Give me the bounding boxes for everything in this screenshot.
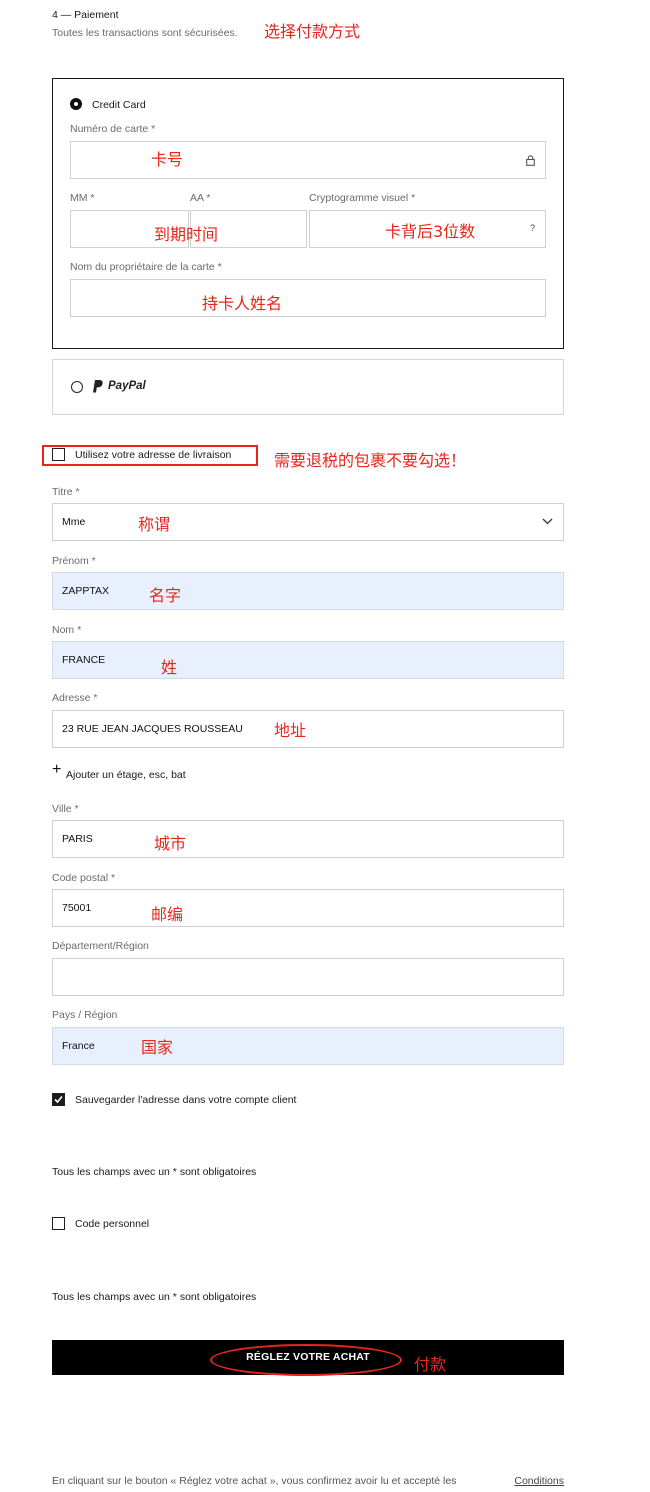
title-select[interactable]: Mme	[52, 503, 564, 541]
lastname-value: FRANCE	[62, 654, 106, 666]
firstname-input[interactable]: ZAPPTAX	[52, 572, 564, 610]
annotation-no-check: 需要退税的包裹不要勾选！	[274, 451, 467, 470]
country-value: France	[62, 1040, 95, 1052]
city-label: Ville *	[52, 803, 79, 815]
required-note-2: Tous les champs avec un * sont obligatoi…	[52, 1291, 257, 1303]
use-shipping-address-label: Utilisez votre adresse de livraison	[75, 449, 232, 461]
lastname-label: Nom *	[52, 624, 82, 636]
credit-card-radio[interactable]	[70, 98, 82, 110]
paypal-label: PayPal	[108, 380, 146, 392]
country-select[interactable]: France	[52, 1027, 564, 1065]
annotation-pay: 付款	[414, 1355, 447, 1374]
region-label: Département/Région	[52, 940, 149, 952]
postal-label: Code postal *	[52, 872, 116, 884]
annotation-expiry: 到期时间	[154, 225, 219, 244]
mm-label: MM *	[70, 192, 95, 204]
paypal-panel[interactable]: PayPal	[52, 359, 564, 415]
title-value: Mme	[62, 516, 86, 528]
annotation-payment-method: 选择付款方式	[264, 22, 361, 41]
card-number-label: Numéro de carte *	[70, 123, 156, 135]
annotation-address: 地址	[274, 721, 307, 740]
title-label: Titre *	[52, 486, 80, 498]
lock-icon	[526, 155, 535, 166]
chevron-down-icon	[542, 518, 553, 525]
annotation-firstname: 名字	[149, 586, 182, 605]
annotation-country: 国家	[141, 1038, 174, 1057]
personal-code-label: Code personnel	[75, 1218, 150, 1230]
use-shipping-address-checkbox[interactable]	[52, 448, 65, 461]
paypal-radio[interactable]	[71, 381, 83, 393]
country-label: Pays / Région	[52, 1009, 118, 1021]
annotation-postal: 邮编	[151, 905, 184, 924]
annotation-holder: 持卡人姓名	[202, 294, 283, 313]
add-floor-label: Ajouter un étage, esc, bat	[66, 769, 186, 781]
firstname-label: Prénom *	[52, 555, 96, 567]
city-value: PARIS	[62, 833, 93, 845]
annotation-city: 城市	[154, 834, 187, 853]
footer-conditions-link[interactable]: Conditions	[514, 1475, 564, 1487]
footer-text: En cliquant sur le bouton « Réglez votre…	[52, 1475, 564, 1487]
aa-label: AA *	[190, 192, 211, 204]
annotation-cvv: 卡背后3位数	[385, 222, 476, 241]
postal-input[interactable]: 75001	[52, 889, 564, 927]
card-holder-label: Nom du propriétaire de la carte *	[70, 261, 222, 273]
address-value: 23 RUE JEAN JACQUES ROUSSEAU	[62, 723, 243, 735]
address-label: Adresse *	[52, 692, 98, 704]
plus-icon: +	[52, 761, 62, 778]
required-note: Tous les champs avec un * sont obligatoi…	[52, 1166, 257, 1178]
firstname-value: ZAPPTAX	[62, 585, 110, 597]
region-input[interactable]	[52, 958, 564, 996]
button-highlight-ellipse	[210, 1344, 402, 1376]
annotation-title: 称谓	[138, 515, 171, 534]
annotation-lastname: 姓	[161, 658, 178, 677]
credit-card-label: Credit Card	[92, 99, 146, 111]
city-input[interactable]: PARIS	[52, 820, 564, 858]
step-title: 4 — Paiement	[52, 9, 119, 21]
postal-value: 75001	[62, 902, 92, 914]
address-input[interactable]: 23 RUE JEAN JACQUES ROUSSEAU	[52, 710, 564, 748]
cvv-label: Cryptogramme visuel *	[309, 192, 416, 204]
annotation-card-number: 卡号	[151, 150, 184, 169]
save-address-checkbox[interactable]	[52, 1093, 65, 1106]
step-subtitle: Toutes les transactions sont sécurisées.	[52, 27, 238, 39]
lastname-input[interactable]: FRANCE	[52, 641, 564, 679]
footer-text-body: En cliquant sur le bouton « Réglez votre…	[52, 1475, 457, 1487]
cvv-help-icon[interactable]: ?	[530, 223, 535, 233]
save-address-label: Sauvegarder l'adresse dans votre compte …	[75, 1094, 297, 1106]
card-holder-input[interactable]	[70, 279, 546, 317]
personal-code-checkbox[interactable]	[52, 1217, 65, 1230]
paypal-logo-icon	[93, 380, 103, 393]
checkmark-icon	[54, 1095, 63, 1104]
card-number-input[interactable]	[70, 141, 546, 179]
